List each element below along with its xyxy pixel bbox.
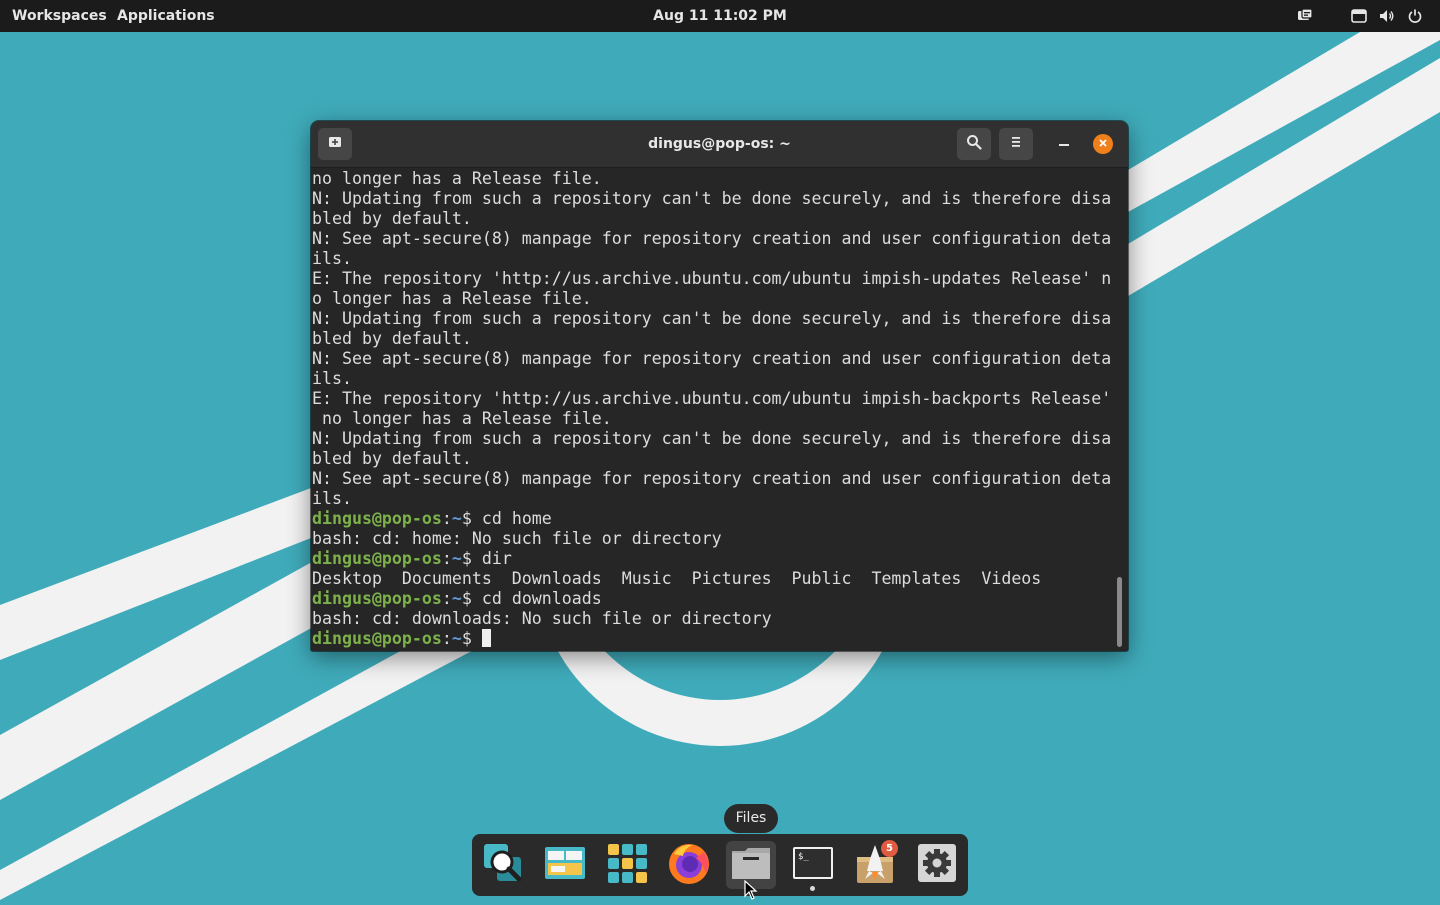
dock-item-terminal[interactable]: $_ xyxy=(788,841,838,891)
applications-app-icon xyxy=(605,841,649,890)
terminal-output-line: bled by default. xyxy=(312,329,472,348)
terminal-output-line: bash: cd: downloads: No such file or dir… xyxy=(312,609,772,628)
minimize-button[interactable] xyxy=(1052,134,1076,154)
terminal-output-line: bled by default. xyxy=(312,449,472,468)
dock-item-firefox[interactable] xyxy=(664,841,714,889)
terminal-window[interactable]: dingus@pop-os: ~ no longer has a Release… xyxy=(311,121,1128,651)
terminal-app-icon: $_ xyxy=(791,841,835,890)
prompt-symbol: $ xyxy=(461,549,482,568)
terminal-output-line: N: Updating from such a repository can't… xyxy=(312,429,1112,448)
dock-item-settings[interactable] xyxy=(912,841,962,889)
prompt-user: dingus@pop-os xyxy=(312,629,442,648)
terminal-output[interactable]: no longer has a Release file. N: Updating… xyxy=(312,169,1112,649)
terminal-prompt-line: dingus@pop-os:~$ cd home xyxy=(312,509,1112,529)
minimize-icon xyxy=(1058,135,1070,153)
prompt-user: dingus@pop-os xyxy=(312,509,442,528)
terminal-output-line: no longer has a Release file. xyxy=(312,169,602,188)
search-icon xyxy=(966,134,982,155)
terminal-output-line: N: See apt-secure(8) manpage for reposit… xyxy=(312,229,1112,248)
volume-icon[interactable] xyxy=(1379,8,1395,24)
update-count-badge: 5 xyxy=(881,840,898,857)
search-app-icon xyxy=(481,841,525,890)
scrollbar-thumb[interactable] xyxy=(1117,577,1122,647)
dock-item-workspaces[interactable] xyxy=(540,841,590,889)
mouse-pointer xyxy=(744,879,758,905)
prompt-separator: : xyxy=(441,629,452,648)
dock: $_ 5 xyxy=(472,834,968,896)
workspaces-button[interactable]: Workspaces xyxy=(12,0,107,32)
prompt-path: ~ xyxy=(451,589,462,608)
terminal-headerbar[interactable]: dingus@pop-os: ~ xyxy=(311,121,1128,168)
settings-app-icon xyxy=(915,841,959,890)
terminal-output-line: N: Updating from such a repository can't… xyxy=(312,189,1112,208)
prompt-symbol: $ xyxy=(461,589,482,608)
prompt-user: dingus@pop-os xyxy=(312,589,442,608)
terminal-output-line: ils. xyxy=(312,369,352,388)
terminal-output-line: ils. xyxy=(312,489,352,508)
terminal-prompt-line: dingus@pop-os:~$ cd downloads xyxy=(312,589,1112,609)
terminal-output-line: ils. xyxy=(312,249,352,268)
workspaces-app-icon xyxy=(543,841,587,890)
prompt-symbol: $ xyxy=(461,629,482,648)
terminal-output-line: E: The repository 'http://us.archive.ubu… xyxy=(312,269,1112,288)
search-button[interactable] xyxy=(957,128,991,160)
prompt-user: dingus@pop-os xyxy=(312,549,442,568)
terminal-output-line: o longer has a Release file. xyxy=(312,289,592,308)
firefox-app-icon xyxy=(666,840,712,891)
menu-icon xyxy=(1008,134,1024,155)
running-indicator xyxy=(810,886,815,891)
new-tab-button[interactable] xyxy=(318,128,352,160)
terminal-output-line: bled by default. xyxy=(312,209,472,228)
prompt-path: ~ xyxy=(451,509,462,528)
dock-tooltip: Files xyxy=(724,804,778,833)
command-text: cd downloads xyxy=(481,589,602,608)
prompt-path: ~ xyxy=(451,549,462,568)
keyboard-icon[interactable] xyxy=(1351,8,1367,24)
text-cursor xyxy=(481,629,491,647)
terminal-output-line: N: Updating from such a repository can't… xyxy=(312,309,1112,328)
power-icon[interactable] xyxy=(1407,8,1423,24)
dock-item-search[interactable] xyxy=(478,841,528,889)
prompt-separator: : xyxy=(441,589,452,608)
svg-text:$_: $_ xyxy=(798,852,809,862)
terminal-output-line: bash: cd: home: No such file or director… xyxy=(312,529,722,548)
prompt-path: ~ xyxy=(451,629,462,648)
clock[interactable]: Aug 11 11:02 PM xyxy=(620,0,820,32)
terminal-prompt-line: dingus@pop-os:~$ xyxy=(312,629,1112,649)
window-title: dingus@pop-os: ~ xyxy=(648,136,791,152)
menu-button[interactable] xyxy=(999,128,1033,160)
prompt-symbol: $ xyxy=(461,509,482,528)
terminal-output-line: E: The repository 'http://us.archive.ubu… xyxy=(312,389,1112,408)
terminal-prompt-line: dingus@pop-os:~$ dir xyxy=(312,549,1112,569)
terminal-output-line: no longer has a Release file. xyxy=(312,409,612,428)
dock-item-applications[interactable] xyxy=(602,841,652,889)
terminal-output-line: N: See apt-secure(8) manpage for reposit… xyxy=(312,469,1112,488)
top-panel: Workspaces Applications Aug 11 11:02 PM xyxy=(0,0,1440,32)
notification-icon[interactable] xyxy=(1297,8,1313,24)
command-text: dir xyxy=(481,549,512,568)
terminal-output-line: N: See apt-secure(8) manpage for reposit… xyxy=(312,349,1112,368)
close-icon xyxy=(1098,135,1108,153)
dock-item-pop-shop[interactable]: 5 xyxy=(850,840,900,889)
command-text: cd home xyxy=(481,509,552,528)
applications-button[interactable]: Applications xyxy=(117,0,215,32)
prompt-separator: : xyxy=(441,549,452,568)
close-button[interactable] xyxy=(1093,134,1113,154)
new-tab-icon xyxy=(327,134,343,155)
terminal-output-line: Desktop Documents Downloads Music Pictur… xyxy=(312,569,1042,588)
prompt-separator: : xyxy=(441,509,452,528)
